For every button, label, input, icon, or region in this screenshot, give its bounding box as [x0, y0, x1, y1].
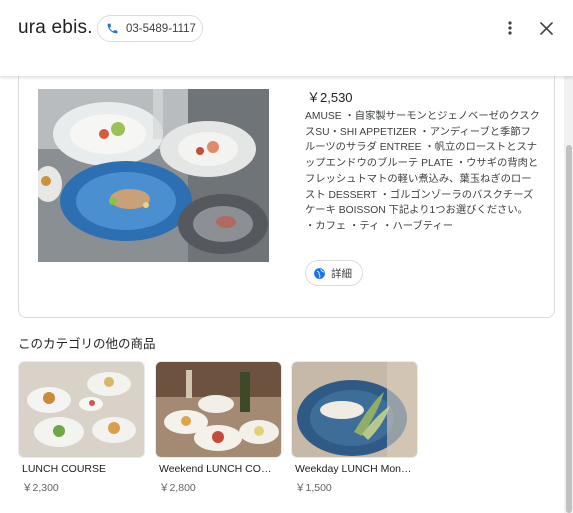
section-title: このカテゴリの他の商品 — [18, 337, 156, 351]
list-item[interactable]: LUNCH COURSE ￥2,300 — [18, 361, 145, 495]
product-card: ￥2,530 AMUSE ・自家製サーモンとジェノベーゼのクスクスSU・SHI … — [18, 60, 555, 318]
list-item[interactable]: Weekend LUNCH COURSE ￥2,800 — [155, 361, 282, 495]
list-item[interactable]: Weekday LUNCH Mon-Fri ￥1,500 — [291, 361, 418, 495]
item-thumbnail — [18, 361, 145, 458]
phone-icon — [106, 22, 120, 36]
item-price: ￥1,500 — [295, 482, 332, 494]
phone-button[interactable]: 03-5489-1117 — [97, 15, 203, 42]
item-price: ￥2,300 — [22, 482, 59, 494]
product-description: AMUSE ・自家製サーモンとジェノベーゼのクスクスSU・SHI APPETIZ… — [305, 111, 540, 232]
detail-button[interactable]: 詳細 — [305, 260, 363, 286]
header-bar: ura ebis. 03-5489-1117 — [0, 0, 573, 76]
business-name: ura ebis. — [18, 17, 93, 38]
product-photo — [38, 89, 269, 262]
item-thumbnail — [291, 361, 418, 458]
phone-number: 03-5489-1117 — [126, 22, 196, 35]
close-icon[interactable] — [536, 18, 556, 38]
detail-label: 詳細 — [331, 267, 352, 280]
product-price: ￥2,530 — [307, 90, 353, 105]
item-price: ￥2,800 — [159, 482, 196, 494]
more-vert-icon[interactable] — [500, 18, 520, 38]
item-thumbnail — [155, 361, 282, 458]
globe-icon — [313, 267, 326, 280]
item-name: Weekend LUNCH COURSE — [159, 463, 278, 475]
scrollbar-thumb[interactable] — [566, 145, 572, 513]
item-name: LUNCH COURSE — [22, 463, 107, 475]
item-name: Weekday LUNCH Mon-Fri — [295, 463, 414, 475]
